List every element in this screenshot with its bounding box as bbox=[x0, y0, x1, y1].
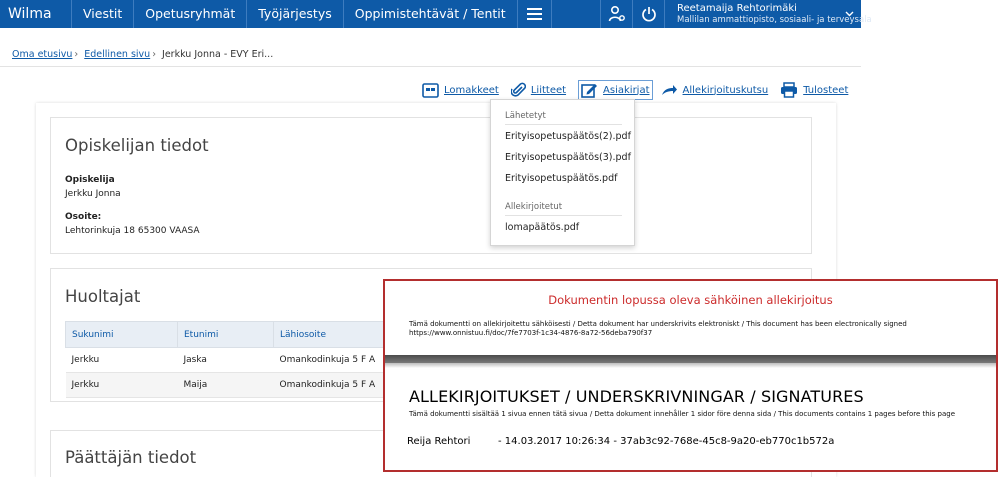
dropdown-item-document[interactable]: Erityisopetuspäätös(3).pdf bbox=[505, 152, 631, 163]
user-name: Reetamaija Rehtorimäki bbox=[677, 2, 797, 14]
user-menu[interactable]: Reetamaija Rehtorimäki Mallilan ammattio… bbox=[664, 0, 872, 28]
form-icon bbox=[422, 82, 439, 98]
student-info-section: Opiskelijan tiedot Opiskelija Jerkku Jon… bbox=[50, 117, 812, 254]
signature-divider-shadow bbox=[385, 363, 996, 368]
breadcrumb-previous-link[interactable]: Edellinen sivu bbox=[84, 49, 150, 60]
printer-icon bbox=[781, 82, 798, 98]
signature-invite-action[interactable]: Allekirjoituskutsu bbox=[661, 84, 769, 96]
attachments-action[interactable]: Liitteet bbox=[510, 82, 566, 98]
signer-name: Reija Rehtori bbox=[407, 436, 471, 447]
table-row: Jerkku Jaska Omankodinkuja 5 F A bbox=[65, 347, 394, 373]
table-header-row: Sukunimi Etunimi Lähiosoite bbox=[65, 321, 394, 348]
table-cell: Jaska bbox=[177, 347, 274, 373]
nav-item-schedule[interactable]: Työjärjestys bbox=[247, 0, 344, 28]
user-organization: Mallilan ammattiopisto, sosiaali- ja ter… bbox=[677, 14, 872, 25]
top-navigation-bar: Wilma Viestit Opetusryhmät Työjärjestys … bbox=[0, 0, 872, 28]
breadcrumb-divider bbox=[0, 66, 861, 67]
documents-link[interactable]: Asiakirjat bbox=[603, 85, 649, 96]
signature-pages-note: Tämä dokumentti sisältää 1 sivua ennen t… bbox=[409, 410, 955, 418]
guardians-table: Sukunimi Etunimi Lähiosoite Jerkku Jaska… bbox=[65, 321, 394, 398]
breadcrumb-current: Jerkku Jonna - EVY Eri... bbox=[162, 49, 274, 60]
student-address-value: Lehtorinkuja 18 65300 VAASA bbox=[65, 226, 200, 236]
decider-info-title: Päättäjän tiedot bbox=[65, 448, 197, 467]
dropdown-item-document[interactable]: lomapäätös.pdf bbox=[505, 222, 579, 233]
student-name-label: Opiskelija bbox=[65, 175, 115, 185]
dropdown-header-sent: Lähetetyt bbox=[505, 111, 546, 121]
dropdown-item-document[interactable]: Erityisopetuspäätös.pdf bbox=[505, 173, 617, 184]
documents-action[interactable]: Asiakirjat bbox=[578, 80, 653, 100]
dropdown-item-document[interactable]: Erityisopetuspäätös(2).pdf bbox=[505, 131, 631, 142]
table-cell: Omankodinkuja 5 F A bbox=[273, 347, 394, 373]
forms-link[interactable]: Lomakkeet bbox=[444, 85, 499, 96]
table-cell: Jerkku bbox=[65, 372, 178, 398]
dropdown-divider bbox=[505, 215, 622, 216]
signature-caption: Dokumentin lopussa oleva sähköinen allek… bbox=[548, 293, 833, 307]
app-logo[interactable]: Wilma bbox=[0, 0, 72, 28]
signature-notice: Tämä dokumentti on allekirjoitettu sähkö… bbox=[409, 320, 907, 328]
student-address-label: Osoite: bbox=[65, 212, 102, 222]
power-logout-icon[interactable] bbox=[632, 0, 664, 28]
forms-action[interactable]: Lomakkeet bbox=[422, 82, 499, 98]
column-header-address[interactable]: Lähiosoite bbox=[273, 321, 394, 348]
signature-heading: ALLEKIRJOITUKSET / UNDERSKRIVNINGAR / SI… bbox=[409, 387, 864, 406]
printouts-link[interactable]: Tulosteet bbox=[803, 85, 848, 96]
table-cell: Maija bbox=[177, 372, 274, 398]
printouts-action[interactable]: Tulosteet bbox=[780, 82, 848, 98]
hamburger-menu-icon[interactable] bbox=[518, 0, 552, 28]
signature-invite-link[interactable]: Allekirjoituskutsu bbox=[683, 85, 769, 96]
document-edit-icon bbox=[581, 84, 598, 98]
documents-dropdown-menu: Lähetetyt Erityisopetuspäätös(2).pdf Eri… bbox=[490, 99, 635, 246]
breadcrumb-separator: › bbox=[152, 49, 156, 60]
guardians-title: Huoltajat bbox=[65, 287, 141, 306]
chevron-down-icon bbox=[845, 11, 854, 17]
signature-divider-band bbox=[385, 355, 996, 363]
electronic-signature-preview: Dokumentin lopussa oleva sähköinen allek… bbox=[383, 279, 998, 472]
dropdown-divider bbox=[505, 124, 622, 125]
column-header-firstname[interactable]: Etunimi bbox=[177, 321, 274, 348]
nav-item-messages[interactable]: Viestit bbox=[72, 0, 135, 28]
breadcrumb-home-link[interactable]: Oma etusivu bbox=[12, 49, 72, 60]
nav-item-teaching-groups[interactable]: Opetusryhmät bbox=[134, 0, 248, 28]
user-settings-icon[interactable] bbox=[600, 0, 632, 28]
breadcrumb-separator: › bbox=[74, 49, 79, 60]
share-arrow-icon bbox=[661, 85, 677, 95]
student-info-title: Opiskelijan tiedot bbox=[65, 136, 209, 155]
table-row: Jerkku Maija Omankodinkuja 5 F A bbox=[65, 372, 394, 398]
student-name-value: Jerkku Jonna bbox=[65, 189, 121, 199]
breadcrumb: Oma etusivu › Edellinen sivu › Jerkku Jonn… bbox=[12, 49, 273, 60]
attachments-link[interactable]: Liitteet bbox=[531, 85, 566, 96]
table-cell: Omankodinkuja 5 F A bbox=[273, 372, 394, 398]
table-cell: Jerkku bbox=[65, 347, 178, 373]
nav-item-assignments[interactable]: Oppimistehtävät / Tentit bbox=[344, 0, 518, 28]
signature-details: - 14.03.2017 10:26:34 - 37ab3c92-768e-45… bbox=[498, 436, 835, 447]
signature-url: https://www.onnistuu.fi/doc/7fe7703f-1c3… bbox=[409, 329, 653, 337]
paperclip-icon bbox=[510, 82, 526, 97]
dropdown-header-signed: Allekirjoitetut bbox=[505, 202, 563, 212]
column-header-surname[interactable]: Sukunimi bbox=[65, 321, 178, 348]
document-actions-toolbar: Lomakkeet Liitteet Asiakirjat Allekirjoi… bbox=[422, 80, 860, 100]
